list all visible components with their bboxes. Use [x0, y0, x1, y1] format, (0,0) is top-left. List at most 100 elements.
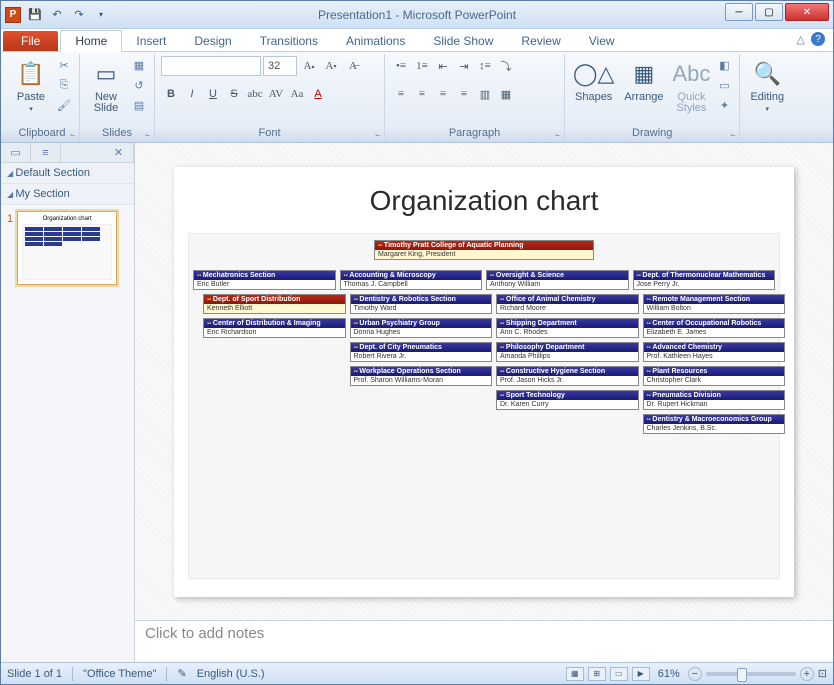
shape-outline-icon[interactable]: ▭: [715, 76, 733, 94]
animations-tab[interactable]: Animations: [332, 31, 419, 51]
grow-font-icon[interactable]: A▴: [299, 56, 319, 76]
fit-window-icon[interactable]: ⊡: [818, 667, 827, 680]
new-slide-button[interactable]: ▭ New Slide: [86, 56, 126, 116]
org-box[interactable]: Mechatronics SectionEric Butler: [193, 270, 336, 290]
qat-more-icon[interactable]: ▾: [91, 5, 111, 25]
align-right-icon[interactable]: ≡: [433, 84, 453, 104]
my-section-header[interactable]: My Section: [1, 184, 134, 205]
italic-button[interactable]: I: [182, 84, 202, 104]
org-box[interactable]: Dept. of City PneumaticsRobert Rivera Jr…: [350, 342, 493, 362]
shape-effects-icon[interactable]: ✦: [715, 96, 733, 114]
slide-title[interactable]: Organization chart: [188, 185, 780, 217]
section-icon[interactable]: ▤: [130, 96, 148, 114]
org-box[interactable]: Center of Distribution & ImagingEric Ric…: [203, 318, 346, 338]
org-box[interactable]: Center of Occupational RoboticsElizabeth…: [643, 318, 786, 338]
org-box[interactable]: Plant ResourcesChristopher Clark: [643, 366, 786, 386]
editing-button[interactable]: 🔍 Editing ▾: [746, 56, 788, 115]
shadow-button[interactable]: abc: [245, 84, 265, 104]
org-box[interactable]: Shipping DepartmentAnn C. Rhodes: [496, 318, 639, 338]
slides-tab-icon[interactable]: ▭: [1, 143, 31, 162]
undo-icon[interactable]: ↶: [47, 5, 67, 25]
quick-styles-button[interactable]: Abc Quick Styles: [671, 56, 711, 116]
view-tab[interactable]: View: [575, 31, 629, 51]
slideshow-tab[interactable]: Slide Show: [419, 31, 507, 51]
cut-icon[interactable]: ✂: [55, 56, 73, 74]
home-tab[interactable]: Home: [60, 30, 122, 52]
arrange-button[interactable]: ▦ Arrange: [620, 56, 667, 105]
minimize-ribbon-icon[interactable]: △: [797, 33, 805, 46]
reading-view-icon[interactable]: ▭: [610, 667, 628, 681]
org-chart[interactable]: Timothy Pratt College of Aquatic Plannin…: [188, 233, 780, 579]
underline-button[interactable]: U: [203, 84, 223, 104]
bold-button[interactable]: B: [161, 84, 181, 104]
font-size-combo[interactable]: 32: [263, 56, 297, 76]
paste-button[interactable]: 📋 Paste ▾: [11, 56, 51, 115]
org-box[interactable]: Oversight & ScienceAnthony William: [486, 270, 629, 290]
spacing-button[interactable]: AV: [266, 84, 286, 104]
panel-close-icon[interactable]: ✕: [104, 143, 134, 162]
org-box[interactable]: Remote Management SectionWilliam Bolton: [643, 294, 786, 314]
layout-icon[interactable]: ▦: [130, 56, 148, 74]
slide-canvas[interactable]: Organization chart Timothy Pratt College…: [135, 143, 833, 620]
copy-icon[interactable]: ⎘: [55, 76, 73, 94]
review-tab[interactable]: Review: [507, 31, 574, 51]
org-box[interactable]: Workplace Operations SectionProf. Sharon…: [350, 366, 493, 386]
redo-icon[interactable]: ↷: [69, 5, 89, 25]
minimize-button[interactable]: ─: [725, 3, 753, 21]
align-left-icon[interactable]: ≡: [391, 84, 411, 104]
sorter-view-icon[interactable]: ⊞: [588, 667, 606, 681]
font-name-combo[interactable]: [161, 56, 261, 76]
org-box[interactable]: Dept. of Thermonuclear MathematicsJose P…: [633, 270, 776, 290]
numbering-icon[interactable]: 1≡: [412, 56, 432, 76]
shape-fill-icon[interactable]: ◧: [715, 56, 733, 74]
zoom-out-icon[interactable]: −: [688, 667, 702, 681]
language-label[interactable]: English (U.S.): [197, 668, 265, 680]
font-color-button[interactable]: A: [308, 84, 328, 104]
case-button[interactable]: Aa: [287, 84, 307, 104]
reset-icon[interactable]: ↺: [130, 76, 148, 94]
clear-format-icon[interactable]: A̶: [343, 56, 363, 76]
slide[interactable]: Organization chart Timothy Pratt College…: [174, 167, 794, 597]
slide-thumbnail-1[interactable]: 1 Organization chart: [1, 205, 134, 291]
close-button[interactable]: ✕: [785, 3, 829, 21]
default-section-header[interactable]: Default Section: [1, 163, 134, 184]
line-spacing-icon[interactable]: ↕≡: [475, 56, 495, 76]
outdent-icon[interactable]: ⇤: [433, 56, 453, 76]
org-box[interactable]: Urban Psychiatry GroupDonna Hughes: [350, 318, 493, 338]
org-root-box[interactable]: Timothy Pratt College of Aquatic Plannin…: [374, 240, 594, 260]
transitions-tab[interactable]: Transitions: [246, 31, 332, 51]
justify-icon[interactable]: ≡: [454, 84, 474, 104]
smartart-icon[interactable]: ▦: [496, 84, 516, 104]
columns-icon[interactable]: ▥: [475, 84, 495, 104]
org-box[interactable]: Dentistry & Macroeconomics GroupCharles …: [643, 414, 786, 434]
org-box[interactable]: Constructive Hygiene SectionProf. Jason …: [496, 366, 639, 386]
org-box[interactable]: Philosophy DepartmentAmanda Phillips: [496, 342, 639, 362]
org-box[interactable]: Office of Animal ChemistryRichard Moore: [496, 294, 639, 314]
indent-icon[interactable]: ⇥: [454, 56, 474, 76]
notes-pane[interactable]: Click to add notes: [135, 620, 833, 662]
outline-tab-icon[interactable]: ≡: [31, 143, 61, 162]
insert-tab[interactable]: Insert: [122, 31, 180, 51]
org-box[interactable]: Pneumatics DivisionDr. Rupert Hickman: [643, 390, 786, 410]
maximize-button[interactable]: ▢: [755, 3, 783, 21]
design-tab[interactable]: Design: [180, 31, 245, 51]
slideshow-view-icon[interactable]: ▶: [632, 667, 650, 681]
text-direction-icon[interactable]: ⤵: [496, 56, 516, 76]
normal-view-icon[interactable]: ▦: [566, 667, 584, 681]
shrink-font-icon[interactable]: A▾: [321, 56, 341, 76]
file-tab[interactable]: File: [3, 31, 58, 51]
org-box[interactable]: Advanced ChemistryProf. Kathleen Hayes: [643, 342, 786, 362]
org-box[interactable]: Sport TechnologyDr. Karen Curry: [496, 390, 639, 410]
align-center-icon[interactable]: ≡: [412, 84, 432, 104]
org-box[interactable]: Accounting & MicroscopyThomas J. Campbel…: [340, 270, 483, 290]
shapes-button[interactable]: ◯△ Shapes: [571, 56, 616, 105]
org-box[interactable]: Dept. of Sport DistributionKenneth Ellio…: [203, 294, 346, 314]
format-painter-icon[interactable]: 🖌: [55, 96, 73, 114]
spellcheck-icon[interactable]: ✎: [177, 667, 186, 680]
zoom-slider[interactable]: [706, 672, 796, 676]
help-icon[interactable]: ?: [811, 32, 825, 46]
strike-button[interactable]: S: [224, 84, 244, 104]
org-box[interactable]: Dentistry & Robotics SectionTimothy Ward: [350, 294, 493, 314]
save-icon[interactable]: 💾: [25, 5, 45, 25]
bullets-icon[interactable]: •≡: [391, 56, 411, 76]
